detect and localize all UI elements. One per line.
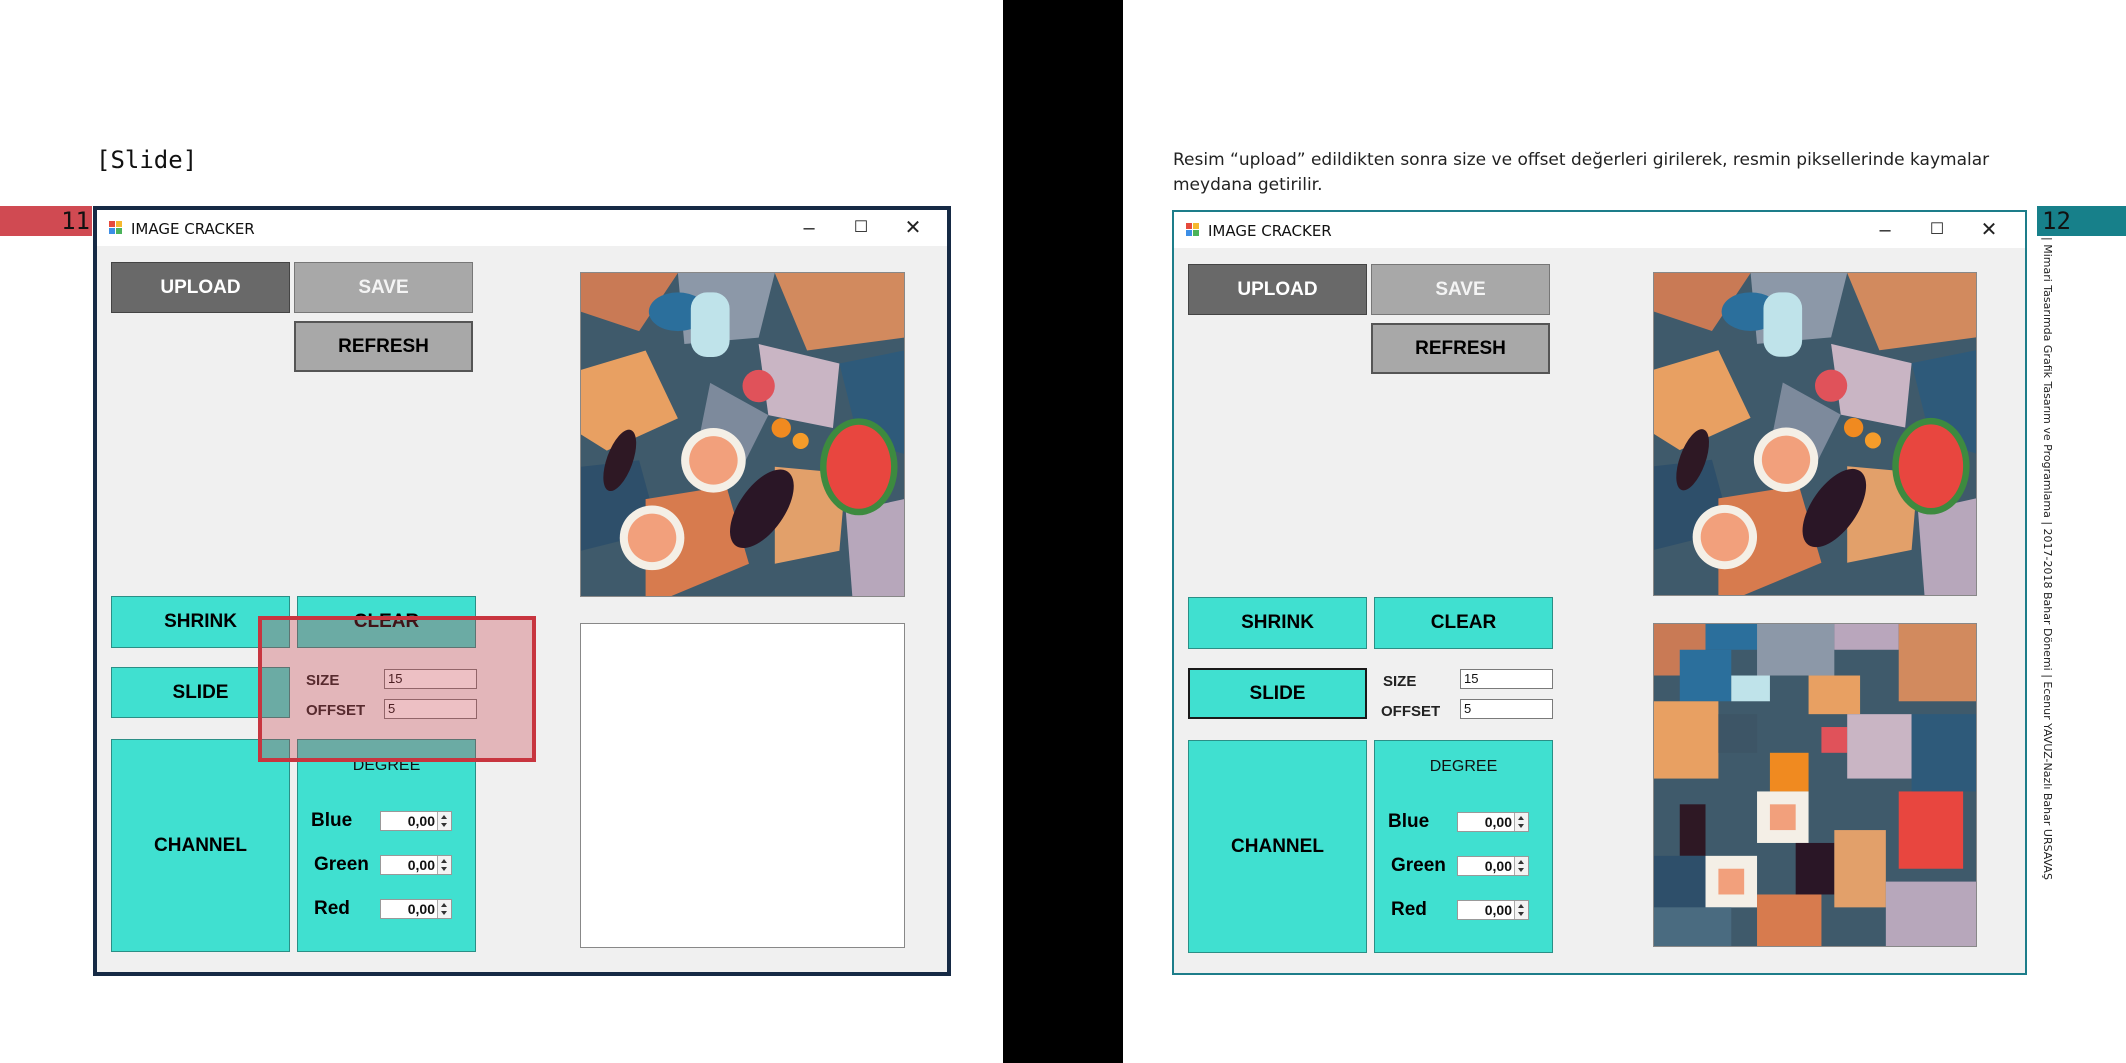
page-number-badge: 12 [2037, 206, 2126, 236]
output-image [580, 623, 905, 948]
red-spinner[interactable]: 0,00 [1457, 900, 1529, 920]
blue-label: Blue [1388, 811, 1430, 832]
green-label: Green [314, 854, 369, 875]
minimize-button[interactable]: – [783, 210, 835, 246]
red-value: 0,00 [407, 901, 435, 917]
highlight-box [258, 616, 536, 762]
blue-label: Blue [311, 810, 353, 831]
spinner-arrows-icon[interactable] [1514, 813, 1528, 831]
close-button[interactable]: ✕ [1963, 212, 2015, 248]
save-button[interactable]: SAVE [1371, 264, 1550, 315]
app-icon [1186, 223, 1200, 237]
left-page: [Slide] 11 IMAGE CRACKER – ☐ ✕ UPLOAD SA… [0, 0, 1003, 1063]
green-spinner[interactable]: 0,00 [1457, 856, 1529, 876]
maximize-button[interactable]: ☐ [835, 210, 887, 246]
blue-spinner[interactable]: 0,00 [1457, 812, 1529, 832]
original-image [1653, 272, 1977, 596]
app-window: IMAGE CRACKER – ☐ ✕ UPLOAD SAVE REFRESH … [1172, 210, 2027, 975]
original-image [580, 272, 905, 597]
window-title: IMAGE CRACKER [131, 220, 255, 238]
upload-button[interactable]: UPLOAD [111, 262, 290, 313]
shrink-button[interactable]: SHRINK [1188, 597, 1367, 649]
blue-value: 0,00 [407, 813, 435, 829]
save-button[interactable]: SAVE [294, 262, 473, 313]
running-footer: | Mimari Tasarımda Grafik Tasarım ve Pro… [2041, 237, 2061, 880]
app-window: IMAGE CRACKER – ☐ ✕ UPLOAD SAVE REFRESH … [93, 206, 951, 976]
spinner-arrows-icon[interactable] [437, 900, 451, 918]
window-title: IMAGE CRACKER [1208, 222, 1332, 240]
red-label: Red [1391, 899, 1427, 920]
running-footer-text: | Mimari Tasarımda Grafik Tasarım ve Pro… [2041, 237, 2054, 880]
title-bar: IMAGE CRACKER – ☐ ✕ [97, 210, 947, 246]
offset-label: OFFSET [1381, 703, 1441, 720]
channel-button[interactable]: CHANNEL [111, 739, 290, 952]
red-value: 0,00 [1484, 902, 1512, 918]
page-number: 12 [2042, 207, 2071, 235]
slide-tag: [Slide] [96, 146, 198, 174]
output-image-pixelated [1653, 623, 1977, 947]
spinner-arrows-icon[interactable] [437, 812, 451, 830]
spinner-arrows-icon[interactable] [437, 856, 451, 874]
channel-button[interactable]: CHANNEL [1188, 740, 1367, 953]
blue-spinner[interactable]: 0,00 [380, 811, 452, 831]
degree-panel: DEGREE Blue 0,00 Green 0,00 Red 0,00 [1374, 740, 1553, 953]
slide-button[interactable]: SLIDE [1188, 668, 1367, 719]
blue-value: 0,00 [1484, 814, 1512, 830]
size-input[interactable]: 15 [1460, 669, 1553, 689]
green-value: 0,00 [1484, 858, 1512, 874]
offset-input[interactable]: 5 [1460, 699, 1553, 719]
close-button[interactable]: ✕ [887, 210, 939, 246]
caption-text: Resim “upload” edildikten sonra size ve … [1173, 150, 1990, 195]
clear-button[interactable]: CLEAR [1374, 597, 1553, 649]
page-divider [1003, 0, 1123, 1063]
green-value: 0,00 [407, 857, 435, 873]
refresh-button[interactable]: REFRESH [1371, 323, 1550, 374]
degree-panel: DEGREE Blue 0,00 Green 0,00 Red 0,00 [297, 739, 476, 952]
degree-label: DEGREE [1429, 758, 1498, 775]
minimize-button[interactable]: – [1859, 212, 1911, 248]
refresh-button[interactable]: REFRESH [294, 321, 473, 372]
right-page: Resim “upload” edildikten sonra size ve … [1123, 0, 2126, 1063]
spinner-arrows-icon[interactable] [1514, 901, 1528, 919]
page-number-badge: 11 [0, 206, 92, 236]
app-icon [109, 221, 123, 235]
page-number: 11 [61, 207, 90, 235]
spinner-arrows-icon[interactable] [1514, 857, 1528, 875]
maximize-button[interactable]: ☐ [1911, 212, 1963, 248]
size-label: SIZE [1383, 673, 1417, 690]
green-spinner[interactable]: 0,00 [380, 855, 452, 875]
upload-button[interactable]: UPLOAD [1188, 264, 1367, 315]
red-label: Red [314, 898, 350, 919]
title-bar: IMAGE CRACKER – ☐ ✕ [1174, 212, 2025, 248]
red-spinner[interactable]: 0,00 [380, 899, 452, 919]
green-label: Green [1391, 855, 1446, 876]
